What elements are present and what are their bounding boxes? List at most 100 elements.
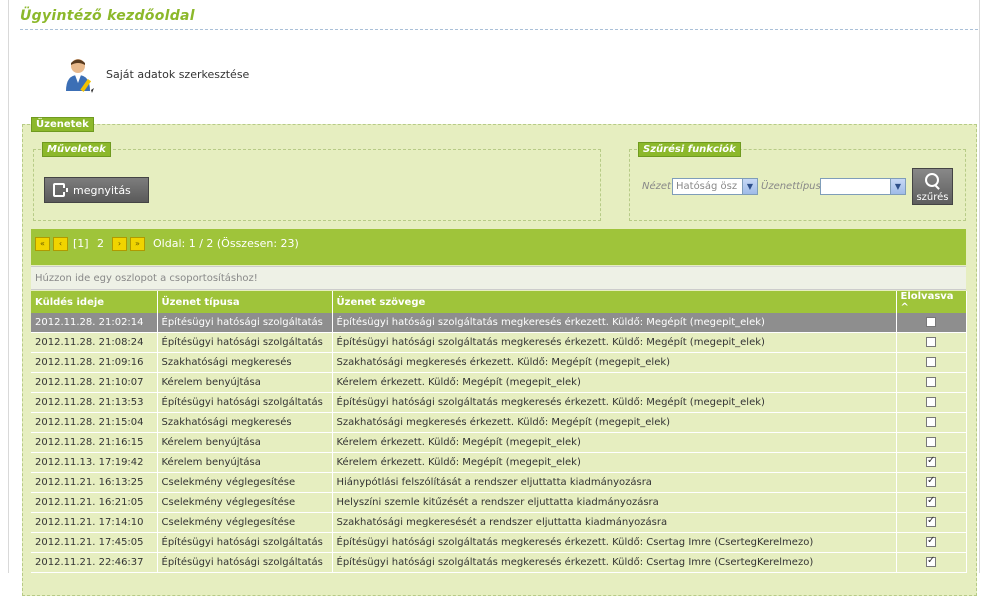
read-checkbox[interactable] bbox=[926, 495, 936, 507]
table-row[interactable]: 2012.11.28. 21:02:14 Építésügyi hatósági … bbox=[31, 313, 967, 333]
cell-read bbox=[896, 492, 967, 513]
cell-message-type: Építésügyi hatósági szolgáltatás bbox=[157, 552, 333, 573]
cell-send-time: 2012.11.28. 21:02:14 bbox=[31, 313, 158, 333]
cell-read bbox=[896, 432, 967, 453]
cell-send-time: 2012.11.21. 22:46:37 bbox=[31, 552, 158, 573]
open-button[interactable]: megnyitás bbox=[44, 177, 149, 203]
chevron-down-icon[interactable]: ▼ bbox=[890, 179, 905, 194]
table-row[interactable]: 2012.11.28. 21:08:24 Építésügyi hatósági … bbox=[31, 332, 967, 353]
cell-message-type: Kérelem benyújtása bbox=[157, 452, 333, 473]
current-page: [1] bbox=[73, 237, 89, 250]
cell-send-time: 2012.11.21. 16:21:05 bbox=[31, 492, 158, 513]
first-page-button[interactable]: « bbox=[35, 237, 50, 251]
pager-info: Oldal: 1 / 2 (Összesen: 23) bbox=[153, 237, 299, 250]
table-row[interactable]: 2012.11.28. 21:16:15 Kérelem benyújtása Ké… bbox=[31, 432, 967, 453]
cell-message-text: Építésügyi hatósági szolgáltatás megkere… bbox=[332, 552, 897, 573]
cell-message-text: Helyszíni szemle kitűzését a rendszer el… bbox=[332, 492, 897, 513]
read-checkbox[interactable] bbox=[926, 397, 936, 407]
filter-search-button[interactable]: szűrés bbox=[912, 168, 953, 205]
read-checkbox[interactable] bbox=[926, 357, 936, 367]
column-send-time[interactable]: Küldés ideje bbox=[31, 291, 158, 313]
filter-legend: Szűrési funkciók bbox=[638, 142, 741, 157]
cell-message-type: Építésügyi hatósági szolgáltatás bbox=[157, 313, 333, 333]
operations-legend: Műveletek bbox=[42, 142, 111, 157]
next-page-button[interactable]: › bbox=[112, 237, 127, 251]
read-checkbox[interactable] bbox=[926, 515, 936, 527]
chevron-down-icon[interactable]: ▼ bbox=[742, 179, 757, 194]
message-type-select[interactable]: ▼ bbox=[820, 178, 906, 195]
table-row[interactable]: 2012.11.21. 17:45:05 Építésügyi hatósági … bbox=[31, 532, 967, 553]
cell-send-time: 2012.11.21. 17:45:05 bbox=[31, 532, 158, 553]
read-checkbox[interactable] bbox=[926, 317, 936, 327]
edit-profile-link[interactable]: Saját adatok szerkesztése bbox=[106, 68, 249, 81]
cell-read bbox=[896, 552, 967, 573]
cell-read bbox=[896, 452, 967, 473]
read-checkbox[interactable] bbox=[926, 455, 936, 467]
cell-read bbox=[896, 392, 967, 413]
cell-message-type: Kérelem benyújtása bbox=[157, 372, 333, 393]
view-label: Nézet bbox=[642, 181, 671, 192]
pager-bar: « ‹ [1] 2 › » Oldal: 1 / 2 (Összesen: 23… bbox=[31, 229, 966, 265]
read-checkbox[interactable] bbox=[926, 475, 936, 487]
cell-message-text: Kérelem érkezett. Küldő: Megépít (megepi… bbox=[332, 372, 897, 393]
user-edit-icon[interactable] bbox=[64, 57, 98, 93]
cell-read bbox=[896, 412, 967, 433]
read-checkbox[interactable] bbox=[926, 377, 936, 387]
view-select-value: Hatóság ösz bbox=[676, 181, 738, 192]
right-border bbox=[979, 0, 980, 573]
cell-read bbox=[896, 472, 967, 493]
cell-send-time: 2012.11.28. 21:09:16 bbox=[31, 352, 158, 373]
cell-send-time: 2012.11.13. 17:19:42 bbox=[31, 452, 158, 473]
cell-message-text: Szakhatósági megkeresés érkezett. Küldő:… bbox=[332, 412, 897, 433]
cell-send-time: 2012.11.21. 17:14:10 bbox=[31, 512, 158, 533]
read-checkbox[interactable] bbox=[926, 535, 936, 547]
cell-message-type: Cselekmény véglegesítése bbox=[157, 512, 333, 533]
read-checkbox[interactable] bbox=[926, 337, 936, 347]
table-row[interactable]: 2012.11.21. 16:21:05 Cselekmény véglegesí… bbox=[31, 492, 967, 513]
cell-send-time: 2012.11.28. 21:16:15 bbox=[31, 432, 158, 453]
cell-message-type: Építésügyi hatósági szolgáltatás bbox=[157, 392, 333, 413]
messages-legend: Üzenetek bbox=[31, 117, 94, 132]
read-checkbox[interactable] bbox=[926, 437, 936, 447]
left-border bbox=[8, 0, 9, 573]
cell-send-time: 2012.11.28. 21:13:53 bbox=[31, 392, 158, 413]
page-2-link[interactable]: 2 bbox=[97, 237, 104, 250]
table-row[interactable]: 2012.11.13. 17:19:42 Kérelem benyújtása Ké… bbox=[31, 452, 967, 473]
last-page-button[interactable]: » bbox=[130, 237, 145, 251]
cell-message-type: Cselekmény véglegesítése bbox=[157, 472, 333, 493]
cell-message-text: Kérelem érkezett. Küldő: Megépít (megepi… bbox=[332, 452, 897, 473]
cell-read bbox=[896, 372, 967, 393]
cell-message-type: Építésügyi hatósági szolgáltatás bbox=[157, 532, 333, 553]
cell-message-type: Kérelem benyújtása bbox=[157, 432, 333, 453]
cell-send-time: 2012.11.28. 21:10:07 bbox=[31, 372, 158, 393]
group-by-dropzone[interactable]: Húzzon ide egy oszlopot a csoportosításh… bbox=[31, 266, 966, 290]
message-type-label: Üzenettípus bbox=[761, 181, 821, 192]
column-message-type[interactable]: Üzenet típusa bbox=[157, 291, 333, 313]
cell-read bbox=[896, 313, 967, 333]
prev-page-button[interactable]: ‹ bbox=[53, 237, 68, 251]
cell-message-text: Építésügyi hatósági szolgáltatás megkere… bbox=[332, 532, 897, 553]
cell-message-type: Szakhatósági megkeresés bbox=[157, 352, 333, 373]
cell-message-text: Szakhatósági megkeresését a rendszer elj… bbox=[332, 512, 897, 533]
table-row[interactable]: 2012.11.21. 16:13:25 Cselekmény véglegesí… bbox=[31, 472, 967, 493]
view-select[interactable]: Hatóság ösz ▼ bbox=[672, 178, 758, 195]
read-checkbox[interactable] bbox=[926, 555, 936, 567]
messages-table: Küldés ideje Üzenet típusa Üzenet szöveg… bbox=[31, 291, 967, 573]
column-message-text[interactable]: Üzenet szövege bbox=[332, 291, 897, 313]
table-row[interactable]: 2012.11.21. 22:46:37 Építésügyi hatósági … bbox=[31, 552, 967, 573]
open-document-icon bbox=[53, 183, 68, 197]
cell-message-text: Szakhatósági megkeresés érkezett. Küldő:… bbox=[332, 352, 897, 373]
table-row[interactable]: 2012.11.28. 21:15:04 Szakhatósági megkere… bbox=[31, 412, 967, 433]
open-button-label: megnyitás bbox=[73, 183, 131, 197]
table-row[interactable]: 2012.11.28. 21:13:53 Építésügyi hatósági … bbox=[31, 392, 967, 413]
table-row[interactable]: 2012.11.28. 21:09:16 Szakhatósági megkere… bbox=[31, 352, 967, 373]
cell-message-type: Szakhatósági megkeresés bbox=[157, 412, 333, 433]
title-divider bbox=[20, 29, 978, 30]
table-row[interactable]: 2012.11.21. 17:14:10 Cselekmény véglegesí… bbox=[31, 512, 967, 533]
cell-read bbox=[896, 332, 967, 353]
table-row[interactable]: 2012.11.28. 21:10:07 Kérelem benyújtása Ké… bbox=[31, 372, 967, 393]
table-body: 2012.11.28. 21:02:14 Építésügyi hatósági … bbox=[31, 313, 967, 573]
column-read[interactable]: Elolvasva ^ bbox=[896, 291, 967, 313]
read-checkbox[interactable] bbox=[926, 417, 936, 427]
cell-message-type: Építésügyi hatósági szolgáltatás bbox=[157, 332, 333, 353]
